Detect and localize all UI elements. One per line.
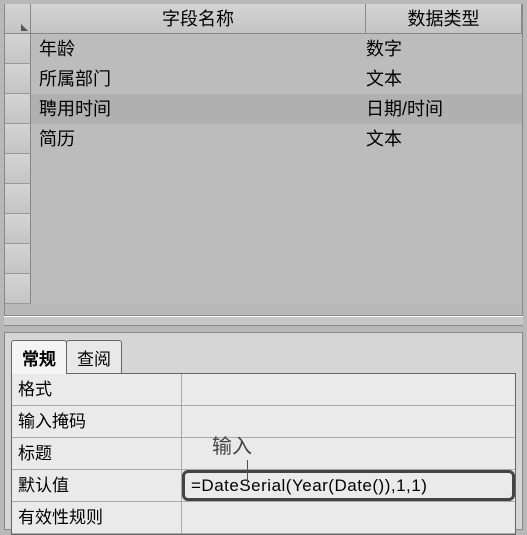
callout-line: [247, 460, 248, 486]
row-selector[interactable]: [5, 244, 31, 274]
field-name-cell[interactable]: 聘用时间: [31, 94, 366, 124]
row-selector[interactable]: [5, 124, 31, 154]
table-row[interactable]: [5, 214, 522, 244]
tab-lookup[interactable]: 查阅: [66, 340, 122, 374]
prop-label: 有效性规则: [12, 502, 182, 533]
prop-value[interactable]: [182, 374, 515, 405]
prop-label: 输入掩码: [12, 406, 182, 437]
row-selector[interactable]: [5, 184, 31, 214]
property-sheet: 格式 输入掩码 标题 默认值 =DateSerial(Year(Date()),…: [11, 373, 516, 535]
property-pane: 常规 查阅 格式 输入掩码 标题 默认值 =DateSerial(Year(Da…: [4, 332, 523, 530]
prop-value[interactable]: [182, 438, 515, 469]
prop-row-validation[interactable]: 有效性规则: [12, 502, 515, 534]
grid-body: 年龄 数字 所属部门 文本 聘用时间 日期/时间 简历 文本: [5, 34, 522, 304]
row-selector[interactable]: [5, 274, 31, 304]
prop-row-caption[interactable]: 标题: [12, 438, 515, 470]
default-value-input[interactable]: =DateSerial(Year(Date()),1,1): [182, 470, 515, 501]
table-row[interactable]: 年龄 数字: [5, 34, 522, 64]
data-type-cell[interactable]: 日期/时间: [366, 94, 522, 124]
prop-row-default-value[interactable]: 默认值 =DateSerial(Year(Date()),1,1): [12, 470, 515, 502]
field-name-cell[interactable]: [31, 214, 366, 244]
row-selector[interactable]: [5, 34, 31, 64]
row-selector[interactable]: [5, 94, 31, 124]
data-type-cell[interactable]: [366, 184, 522, 214]
data-type-cell[interactable]: [366, 214, 522, 244]
field-name-cell[interactable]: [31, 244, 366, 274]
table-row[interactable]: [5, 274, 522, 304]
header-field-name[interactable]: 字段名称: [31, 4, 366, 33]
field-grid: 字段名称 数据类型 年龄 数字 所属部门 文本 聘用时间 日期/时间 简历 文本: [4, 4, 523, 316]
field-name-cell[interactable]: [31, 184, 366, 214]
data-type-cell[interactable]: [366, 274, 522, 304]
table-row[interactable]: [5, 244, 522, 274]
pane-splitter[interactable]: [4, 316, 523, 326]
data-type-cell[interactable]: 数字: [366, 34, 522, 64]
data-type-cell[interactable]: 文本: [366, 64, 522, 94]
table-row[interactable]: [5, 154, 522, 184]
row-selector[interactable]: [5, 154, 31, 184]
field-name-cell[interactable]: 年龄: [31, 34, 366, 64]
property-tabs: 常规 查阅: [5, 333, 522, 373]
prop-value[interactable]: [182, 502, 515, 533]
grid-header: 字段名称 数据类型: [5, 4, 522, 34]
prop-row-format[interactable]: 格式: [12, 374, 515, 406]
field-name-cell[interactable]: [31, 274, 366, 304]
field-name-cell[interactable]: [31, 154, 366, 184]
data-type-cell[interactable]: 文本: [366, 124, 522, 154]
header-data-type[interactable]: 数据类型: [366, 4, 522, 33]
prop-label: 默认值: [12, 470, 182, 501]
prop-value[interactable]: [182, 406, 515, 437]
row-selector[interactable]: [5, 214, 31, 244]
table-row[interactable]: [5, 184, 522, 214]
field-name-cell[interactable]: 简历: [31, 124, 366, 154]
table-row[interactable]: 所属部门 文本: [5, 64, 522, 94]
table-row[interactable]: 聘用时间 日期/时间: [5, 94, 522, 124]
select-all-cell[interactable]: [5, 4, 31, 33]
tab-general[interactable]: 常规: [11, 340, 67, 374]
field-name-cell[interactable]: 所属部门: [31, 64, 366, 94]
data-type-cell[interactable]: [366, 244, 522, 274]
table-row[interactable]: 简历 文本: [5, 124, 522, 154]
data-type-cell[interactable]: [366, 154, 522, 184]
prop-label: 格式: [12, 374, 182, 405]
row-selector[interactable]: [5, 64, 31, 94]
prop-row-input-mask[interactable]: 输入掩码: [12, 406, 515, 438]
prop-label: 标题: [12, 438, 182, 469]
